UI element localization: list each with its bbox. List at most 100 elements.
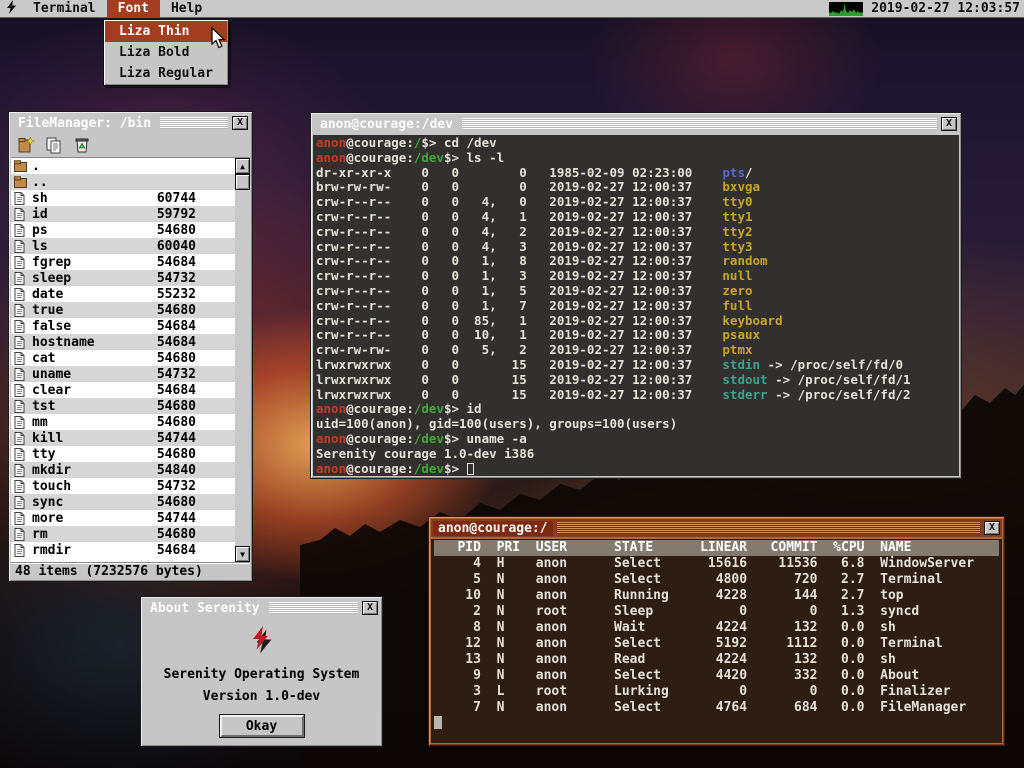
about-text-line1: Serenity Operating System	[164, 667, 360, 682]
menubar: Terminal Font Help 2019-02-27 12:03:57	[0, 0, 1024, 18]
file-size: 54744	[134, 431, 196, 446]
file-size: 54732	[134, 271, 196, 286]
table-row[interactable]: sleep54732	[11, 270, 235, 286]
table-row[interactable]: tty54680	[11, 446, 235, 462]
new-folder-icon	[17, 136, 35, 154]
scrollbar-thumb[interactable]	[235, 174, 250, 190]
new-folder-button[interactable]	[15, 134, 37, 156]
terminal-line: anon@courage:/dev$> id	[316, 402, 956, 417]
folder-icon	[14, 176, 27, 188]
terminal-dev-titlebar[interactable]: anon@courage:/dev X	[313, 115, 959, 133]
file-icon	[14, 384, 25, 397]
terminal-line: crw-r--r-- 0 0 4, 0 2019-02-27 12:00:37 …	[316, 195, 956, 210]
file-name: ps	[32, 223, 134, 238]
file-name: uname	[32, 367, 134, 382]
file-size: 54680	[134, 415, 196, 430]
table-row[interactable]: kill54744	[11, 430, 235, 446]
file-size: 54680	[134, 223, 196, 238]
table-row[interactable]: clear54684	[11, 382, 235, 398]
terminal-line: 9 N anon Select 4420 332 0.0 About	[434, 668, 999, 684]
close-icon[interactable]: X	[984, 521, 1000, 535]
terminal-line: 2 N root Sleep 0 0 1.3 syncd	[434, 604, 999, 620]
terminal-line: 10 N anon Running 4228 144 2.7 top	[434, 588, 999, 604]
table-row[interactable]: uname54732	[11, 366, 235, 382]
close-icon[interactable]: X	[362, 601, 378, 615]
copy-file-button[interactable]	[43, 134, 65, 156]
terminal-dev-window: anon@courage:/dev X anon@courage:/$> cd …	[310, 112, 962, 479]
table-row[interactable]: rmdir54684	[11, 542, 235, 558]
file-icon	[14, 240, 25, 253]
terminal-line: uid=100(anon), gid=100(users), groups=10…	[316, 417, 956, 432]
okay-button[interactable]: Okay	[220, 715, 304, 737]
menu-help[interactable]: Help	[160, 0, 213, 18]
table-row[interactable]: tst54680	[11, 398, 235, 414]
table-row[interactable]: rm54680	[11, 526, 235, 542]
menu-item-liza-regular[interactable]: Liza Regular	[105, 63, 227, 84]
table-row[interactable]: true54680	[11, 302, 235, 318]
file-name: true	[32, 303, 134, 318]
file-list: ...sh60744id59792ps54680ls60040fgrep5468…	[11, 158, 250, 562]
terminal-top-titlebar[interactable]: anon@courage:/ X	[431, 519, 1002, 537]
file-icon	[14, 528, 25, 541]
terminal-top-content[interactable]: PID PRI USER STATE LINEAR COMMIT %CPU NA…	[431, 539, 1002, 743]
table-row[interactable]: ls60040	[11, 238, 235, 254]
desktop: Terminal Font Help 2019-02-27 12:03:57 L…	[0, 0, 1024, 768]
file-name: more	[32, 511, 134, 526]
trash-button[interactable]	[71, 134, 93, 156]
clock: 2019-02-27 12:03:57	[871, 1, 1020, 16]
terminal-line: crw-r--r-- 0 0 4, 3 2019-02-27 12:00:37 …	[316, 240, 956, 255]
table-row[interactable]: fgrep54684	[11, 254, 235, 270]
menu-font[interactable]: Font	[107, 0, 160, 18]
close-icon[interactable]: X	[941, 117, 957, 131]
titlebar-stripes	[462, 118, 937, 130]
menu-item-liza-thin[interactable]: Liza Thin	[105, 21, 227, 42]
table-row[interactable]: .	[11, 158, 235, 174]
table-row[interactable]: sh60744	[11, 190, 235, 206]
file-name: sync	[32, 495, 134, 510]
file-name: hostname	[32, 335, 134, 350]
system-menu[interactable]	[0, 0, 22, 18]
terminal-top-window: anon@courage:/ X PID PRI USER STATE LINE…	[428, 516, 1005, 746]
table-row[interactable]: touch54732	[11, 478, 235, 494]
file-size: 54680	[134, 495, 196, 510]
scrollbar[interactable]: ▲ ▼	[235, 158, 250, 562]
menu-terminal[interactable]: Terminal	[22, 0, 107, 18]
terminal-line: crw-r--r-- 0 0 10, 1 2019-02-27 12:00:37…	[316, 328, 956, 343]
table-row[interactable]: ..	[11, 174, 235, 190]
file-icon	[14, 192, 25, 205]
table-row[interactable]: false54684	[11, 318, 235, 334]
file-size: 59792	[134, 207, 196, 222]
file-name: date	[32, 287, 134, 302]
file-icon	[14, 512, 25, 525]
file-name: cat	[32, 351, 134, 366]
filemanager-toolbar	[11, 132, 250, 158]
menu-item-liza-bold[interactable]: Liza Bold	[105, 42, 227, 63]
scroll-up-icon[interactable]: ▲	[235, 158, 250, 174]
file-icon	[14, 432, 25, 445]
copy-file-icon	[45, 136, 63, 154]
terminal-line: lrwxrwxrwx 0 0 15 2019-02-27 12:00:37 st…	[316, 373, 956, 388]
terminal-line: 4 H anon Select 15616 11536 6.8 WindowSe…	[434, 556, 999, 572]
file-size: 60744	[134, 191, 196, 206]
table-row[interactable]: more54744	[11, 510, 235, 526]
table-row[interactable]: mm54680	[11, 414, 235, 430]
file-name: sleep	[32, 271, 134, 286]
terminal-line: 8 N anon Wait 4224 132 0.0 sh	[434, 620, 999, 636]
terminal-line: brw-rw-rw- 0 0 0 2019-02-27 12:00:37 bxv…	[316, 180, 956, 195]
filemanager-titlebar[interactable]: FileManager: /bin X	[11, 114, 250, 132]
file-icon	[14, 480, 25, 493]
file-icon	[14, 464, 25, 477]
table-row[interactable]: cat54680	[11, 350, 235, 366]
about-titlebar[interactable]: About Serenity X	[143, 599, 380, 617]
table-row[interactable]: sync54680	[11, 494, 235, 510]
table-row[interactable]: mkdir54840	[11, 462, 235, 478]
terminal-dev-content[interactable]: anon@courage:/$> cd /devanon@courage:/de…	[313, 135, 959, 476]
table-row[interactable]: id59792	[11, 206, 235, 222]
table-row[interactable]: ps54680	[11, 222, 235, 238]
table-row[interactable]: hostname54684	[11, 334, 235, 350]
close-icon[interactable]: X	[232, 116, 248, 130]
terminal-line: crw-r--r-- 0 0 1, 7 2019-02-27 12:00:37 …	[316, 299, 956, 314]
table-row[interactable]: date55232	[11, 286, 235, 302]
scroll-down-icon[interactable]: ▼	[235, 546, 250, 562]
file-icon	[14, 400, 25, 413]
